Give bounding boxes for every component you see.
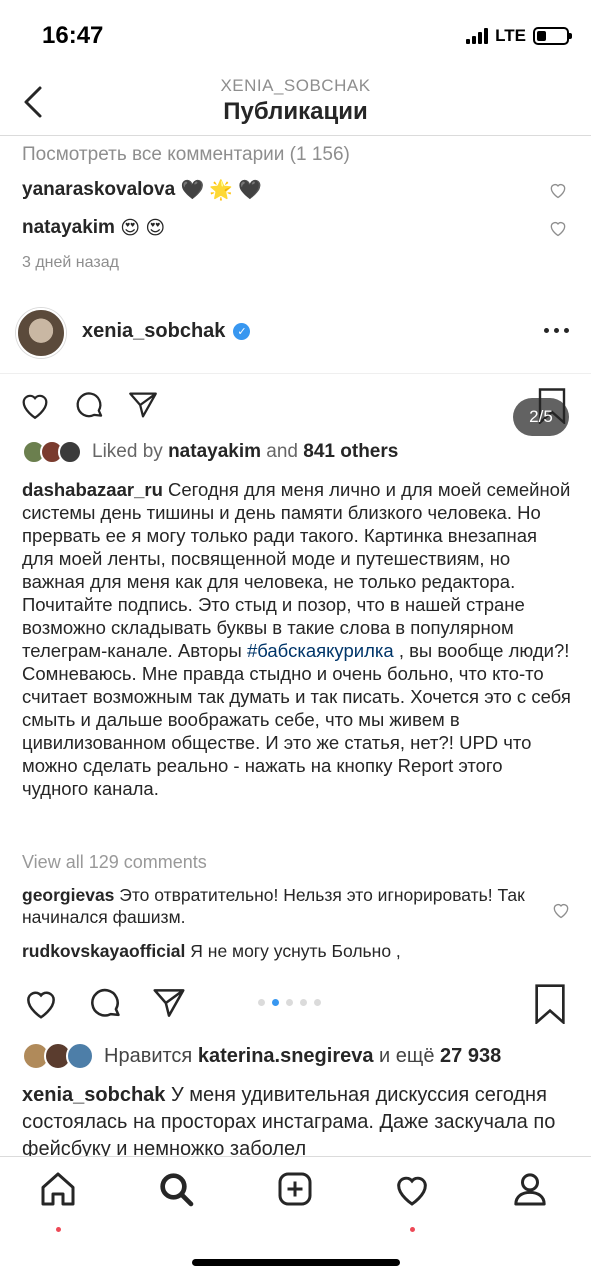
comment-username: georgievas: [22, 885, 115, 905]
search-icon: [160, 1173, 194, 1207]
pager-dot: [258, 999, 265, 1006]
post-likes[interactable]: Нравится katerina.snegireva и ещё 27 938: [22, 1042, 501, 1070]
profile-icon: [514, 1173, 546, 1206]
likes-user[interactable]: katerina.snegireva: [198, 1045, 374, 1068]
battery-icon: [533, 27, 572, 45]
tab-activity[interactable]: [382, 1169, 442, 1232]
comment-username: rudkovskayaofficial: [22, 941, 186, 961]
inner-view-all-comments: View all 129 comments: [22, 852, 207, 872]
post-timestamp: 3 дней назад: [22, 254, 119, 271]
tab-search[interactable]: [146, 1169, 206, 1229]
caption-username[interactable]: xenia_sobchak: [22, 1084, 165, 1106]
caption-text-continued: , вы вообще люди?! Сомневаюсь. Мне правд…: [22, 640, 571, 799]
comment-like-heart-icon[interactable]: [548, 180, 568, 200]
notification-dot: [410, 1227, 415, 1232]
carousel-counter: 2/5: [513, 398, 569, 436]
status-time: 16:47: [42, 22, 104, 49]
post-author[interactable]: xenia_sobchak ✓: [82, 320, 251, 343]
comment-icon[interactable]: [86, 984, 124, 1022]
status-indicators: LTE: [466, 26, 572, 46]
status-bar: 16:47 LTE: [0, 0, 591, 70]
likes-user: natayakim: [168, 441, 262, 462]
activity-heart-icon: [397, 1176, 427, 1206]
nav-subtitle: XENIA_SOBCHAK: [220, 76, 371, 95]
post-header: xenia_sobchak ✓: [0, 300, 591, 374]
likes-prefix: Нравится: [104, 1044, 193, 1067]
likes-and: and: [266, 441, 298, 462]
caption-text: Сегодня для меня лично и для моей семейн…: [22, 479, 571, 661]
avatar: [58, 440, 82, 464]
likes-count[interactable]: 27 938: [440, 1045, 501, 1068]
share-icon: [129, 392, 157, 418]
avatar[interactable]: [16, 308, 66, 358]
inner-comment: rudkovskayaofficial Я не могу уснуть Бол…: [22, 940, 542, 961]
add-post-icon: [278, 1172, 312, 1206]
inner-likes: Liked by natayakim and 841 others: [22, 440, 398, 464]
likes-prefix: Liked by: [92, 441, 163, 462]
tab-home[interactable]: [28, 1169, 88, 1232]
home-indicator[interactable]: [192, 1259, 400, 1266]
post-action-bar: [0, 976, 591, 1032]
comment-text: Я не могу уснуть Больно ,: [190, 941, 401, 961]
avatar: [66, 1042, 94, 1070]
post-actions: [22, 984, 188, 1022]
pager-dot: [286, 999, 293, 1006]
signal-icon: [466, 28, 489, 44]
inner-comment: georgievas Это отвратительно! Нельзя это…: [22, 884, 542, 928]
navigation-bar: XENIA_SOBCHAK Публикации: [0, 70, 591, 136]
pager-dot-active: [272, 999, 279, 1006]
comment-row: natayakim 😍 😍: [22, 214, 572, 242]
save-bookmark-icon[interactable]: [533, 984, 567, 1024]
tab-bar: [0, 1156, 591, 1280]
carousel-pager: [258, 999, 321, 1006]
verified-badge-icon: ✓: [233, 323, 251, 340]
like-heart-icon[interactable]: [22, 984, 60, 1022]
network-type: LTE: [495, 26, 526, 45]
post-caption: xenia_sobchak У меня удивительная дискус…: [22, 1082, 570, 1156]
pager-dot: [314, 999, 321, 1006]
page-title: Публикации: [223, 98, 368, 125]
comment-row: yanaraskovalova 🖤 🌟 🖤: [22, 176, 572, 204]
more-options-icon[interactable]: [544, 328, 569, 333]
tab-new-post[interactable]: [265, 1169, 325, 1229]
comment-like-heart-icon: [553, 903, 569, 919]
heart-icon: [22, 394, 48, 420]
comment-text: 🖤 🌟 🖤: [180, 180, 262, 201]
liker-avatars: [22, 440, 82, 464]
liker-avatars: [22, 1042, 94, 1070]
caption-username: dashabazaar_ru: [22, 479, 163, 500]
tab-profile[interactable]: [500, 1169, 560, 1229]
comment-like-heart-icon[interactable]: [548, 218, 568, 238]
previous-post-comments: Посмотреть все комментарии (1 156) yanar…: [22, 138, 572, 272]
share-icon[interactable]: [150, 984, 188, 1022]
image-action-icons: [18, 388, 160, 422]
caption-hashtag: #бабскаякурилка: [246, 640, 394, 661]
inner-caption: dashabazaar_ru Сегодня для меня лично и …: [22, 478, 572, 800]
comment-text: 😍 😍: [120, 217, 166, 239]
comment-username[interactable]: yanaraskovalova: [22, 179, 175, 201]
pager-dot: [300, 999, 307, 1006]
post-image[interactable]: 2/5 Liked by natayakim and 841 others da…: [0, 376, 591, 961]
likes-others: 841 others: [303, 441, 399, 462]
comment-icon: [76, 392, 103, 418]
likes-and: и ещё: [379, 1044, 435, 1067]
post-author-username[interactable]: xenia_sobchak: [82, 320, 225, 343]
comment-username[interactable]: natayakim: [22, 217, 115, 239]
notification-dot: [56, 1227, 61, 1232]
home-icon: [41, 1172, 75, 1206]
view-all-comments-link[interactable]: Посмотреть все комментарии (1 156): [22, 144, 572, 166]
